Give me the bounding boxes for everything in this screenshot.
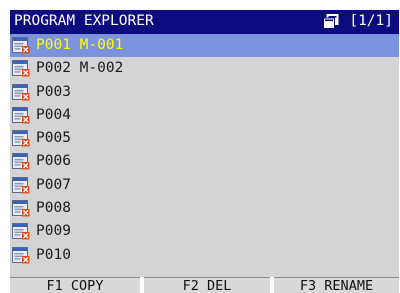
program-file-icon bbox=[12, 106, 30, 124]
program-name: P009 bbox=[36, 223, 71, 240]
program-name: P010 bbox=[36, 246, 71, 263]
program-name: P006 bbox=[36, 153, 71, 170]
program-row[interactable]: P008 bbox=[10, 197, 399, 220]
program-file-icon bbox=[12, 37, 30, 54]
program-name: P005 bbox=[36, 130, 71, 147]
program-explorer-screen: PROGRAM EXPLORER [1/1] P001 M-001 P002 M-… bbox=[10, 10, 399, 293]
program-row[interactable]: P003 bbox=[10, 81, 399, 104]
program-file-icon bbox=[12, 223, 30, 240]
f1-copy-button[interactable]: F1 COPY bbox=[10, 277, 140, 293]
program-row[interactable]: P006 bbox=[10, 150, 399, 173]
program-name: P007 bbox=[36, 176, 71, 193]
program-name: P003 bbox=[36, 83, 71, 100]
program-file-icon bbox=[12, 60, 30, 77]
program-name: P002 M-002 bbox=[36, 60, 124, 77]
program-list: P001 M-001 P002 M-002 P003 P004 P005 P006 P007… bbox=[10, 34, 399, 267]
program-file-icon bbox=[12, 153, 30, 170]
page-indicator: [1/1] bbox=[349, 13, 393, 29]
program-file-icon bbox=[12, 246, 30, 264]
f3-rename-button[interactable]: F3 RENAME bbox=[274, 277, 399, 293]
program-file-icon bbox=[12, 200, 30, 217]
program-file-icon bbox=[12, 130, 30, 147]
program-row[interactable]: P001 M-001 bbox=[10, 34, 399, 58]
program-row[interactable]: P004 bbox=[10, 104, 399, 127]
program-row[interactable]: P005 bbox=[10, 127, 399, 150]
program-row[interactable]: P009 bbox=[10, 220, 399, 243]
program-row[interactable]: P002 M-002 bbox=[10, 57, 399, 80]
window-title: PROGRAM EXPLORER bbox=[14, 13, 154, 29]
program-row[interactable]: P007 bbox=[10, 174, 399, 197]
program-file-icon bbox=[12, 176, 30, 194]
pages-icon bbox=[323, 14, 339, 29]
program-row[interactable]: P010 bbox=[10, 244, 399, 267]
program-name: P004 bbox=[36, 106, 71, 123]
function-key-bar: F1 COPY F2 DEL F3 RENAME bbox=[10, 277, 399, 293]
f2-delete-button[interactable]: F2 DEL bbox=[144, 277, 270, 293]
program-name: P001 M-001 bbox=[36, 37, 124, 53]
program-file-icon bbox=[12, 83, 30, 101]
title-bar: PROGRAM EXPLORER [1/1] bbox=[10, 10, 399, 34]
program-name: P008 bbox=[36, 200, 71, 217]
